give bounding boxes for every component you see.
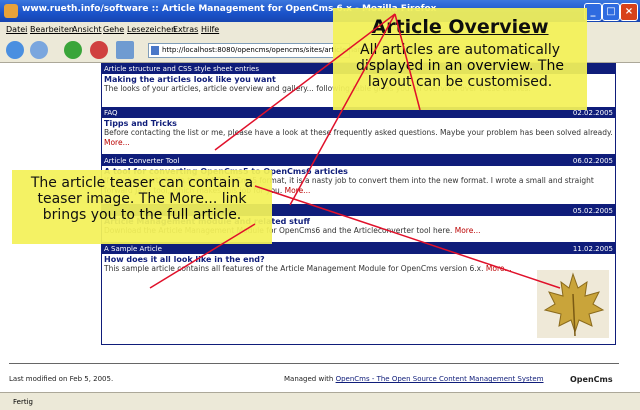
pointer-line (214, 13, 396, 151)
pointer-line (254, 185, 561, 289)
pointer-line (289, 13, 396, 206)
pointer-line (394, 13, 421, 111)
callout-pointers (149, 13, 561, 289)
pointer-line (149, 223, 256, 289)
